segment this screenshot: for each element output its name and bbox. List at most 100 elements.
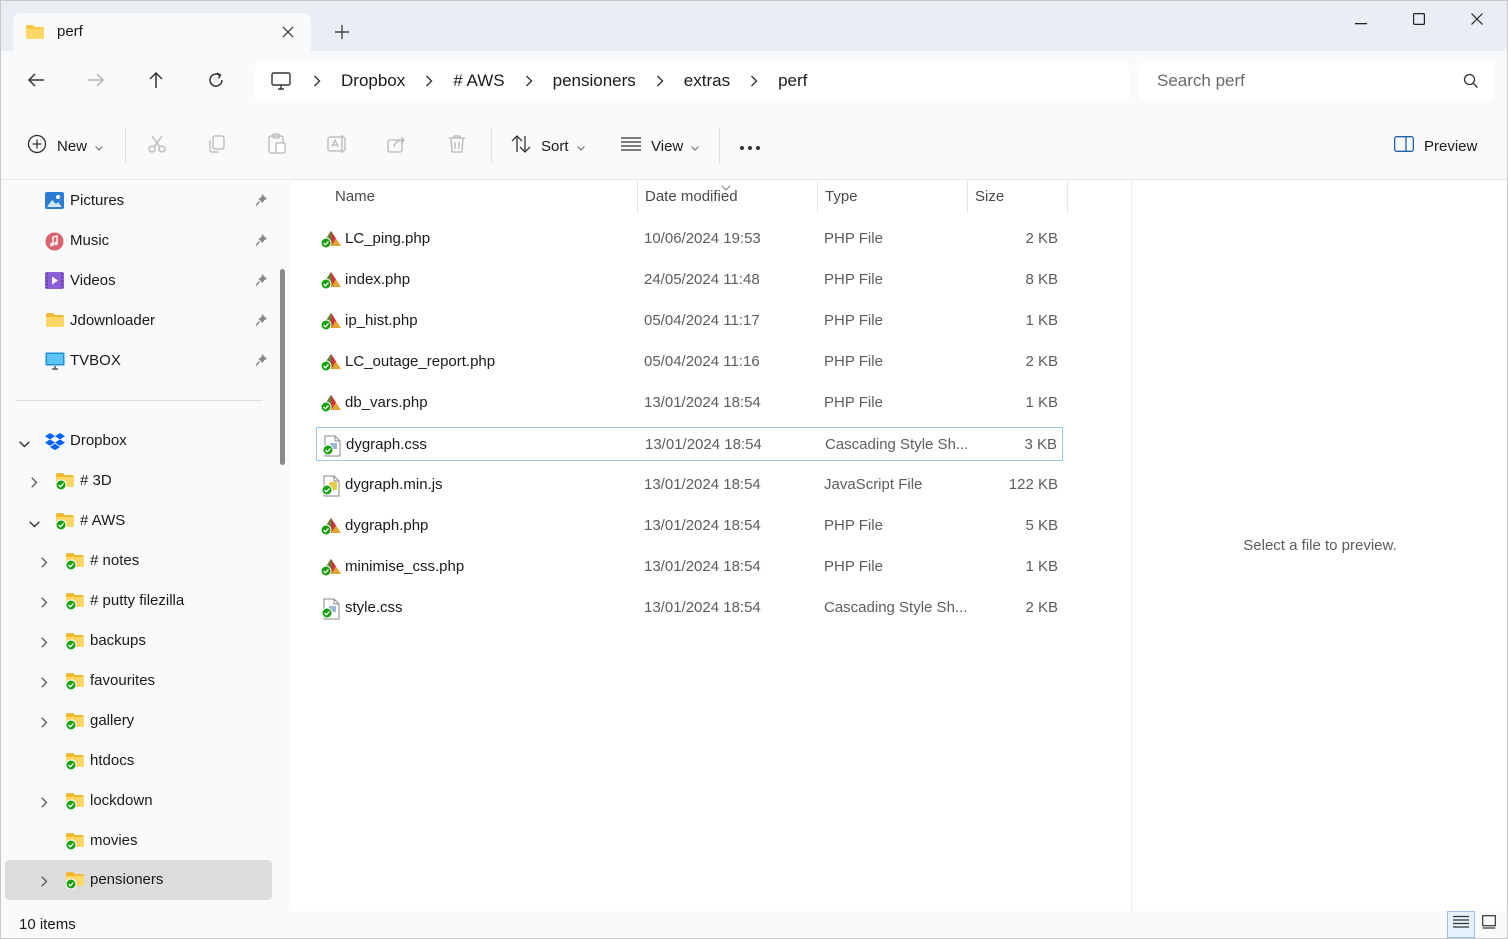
copy-button[interactable] [207,133,227,159]
pin-icon[interactable] [255,353,268,371]
chevron-right-icon[interactable] [41,555,48,572]
chevron-down-icon[interactable] [29,515,40,532]
php-file-icon [320,393,342,417]
chevron-right-icon[interactable] [41,795,48,812]
tiles-view-button[interactable] [1475,911,1503,938]
column-header-date[interactable]: Date modified [637,181,817,213]
sidebar-item-pictures[interactable]: Pictures [5,181,272,221]
file-name: dygraph.css [346,436,427,453]
column-header-type[interactable]: Type [817,181,967,213]
breadcrumb-perf[interactable]: perf [778,71,807,91]
rename-button[interactable] [327,133,349,159]
more-options-button[interactable] [739,133,761,159]
sidebar-item-favourites[interactable]: favourites [5,661,272,701]
maximize-button[interactable] [1389,1,1449,41]
divider [15,400,262,401]
view-list-icon [621,136,641,156]
breadcrumb-dropbox[interactable]: Dropbox [341,71,405,91]
sidebar-item-htdocs[interactable]: htdocs [5,741,272,781]
file-row[interactable]: LC_ping.php 10/06/2024 19:53 PHP File 2 KB [316,222,1063,256]
up-button[interactable] [139,65,173,99]
sidebar-item-notes[interactable]: # notes [5,541,272,581]
paste-button[interactable] [267,133,287,159]
sidebar-item-gallery[interactable]: gallery [5,701,272,741]
sidebar-item-jdownloader[interactable]: Jdownloader [5,301,272,341]
file-row[interactable]: style.css 13/01/2024 18:54 Cascading Style… [316,591,1063,625]
chevron-right-icon[interactable] [31,475,38,492]
cut-button[interactable] [147,133,167,159]
file-row[interactable]: index.php 24/05/2024 11:48 PHP File 8 KB [316,263,1063,297]
preview-pane-button[interactable]: Preview [1394,133,1477,159]
chevron-right-icon[interactable] [41,715,48,732]
pin-icon[interactable] [255,233,268,251]
refresh-button[interactable] [199,65,233,99]
title-bar: perf [1,1,1507,51]
chevron-right-icon[interactable] [41,595,48,612]
sidebar-item-music[interactable]: Music [5,221,272,261]
file-row[interactable]: dygraph.min.js 13/01/2024 18:54 JavaScript… [316,468,1063,502]
address-bar[interactable]: Dropbox # AWS pensioners extras perf [255,61,1129,101]
chevron-down-icon[interactable] [19,435,30,452]
back-button[interactable] [19,65,53,99]
column-header-size[interactable]: Size [967,181,1067,213]
chevron-down-icon [95,138,103,155]
this-pc-icon[interactable] [255,72,307,90]
column-header-name[interactable]: Name [327,181,637,213]
column-header-label: Type [825,188,858,205]
file-row[interactable]: dygraph.css 13/01/2024 18:54 Cascading Sty… [316,427,1063,461]
file-row[interactable]: minimise_css.php 13/01/2024 18:54 PHP File… [316,550,1063,584]
file-row[interactable]: dygraph.php 13/01/2024 18:54 PHP File 5 KB [316,509,1063,543]
file-row[interactable]: db_vars.php 13/01/2024 18:54 PHP File 1 KB [316,386,1063,420]
sidebar-item-putty-filezilla[interactable]: # putty filezilla [5,581,272,621]
folder-icon [25,24,45,45]
file-size: 2 KB [1025,230,1058,247]
sidebar-item-pensioners[interactable]: pensioners [5,860,272,900]
sidebar-item-dropbox[interactable]: Dropbox [5,421,272,461]
chevron-right-icon[interactable] [41,635,48,652]
share-button[interactable] [387,133,407,159]
sort-button[interactable]: Sort [511,133,585,159]
column-resize-handle[interactable] [1067,181,1068,213]
synced-folder-icon [65,712,87,735]
breadcrumb-extras[interactable]: extras [684,71,730,91]
file-type: PHP File [824,394,883,411]
details-view-button[interactable] [1447,911,1475,938]
close-window-button[interactable] [1447,1,1507,41]
new-tab-button[interactable] [329,19,355,45]
sidebar-item-backups[interactable]: backups [5,621,272,661]
forward-button[interactable] [79,65,113,99]
sidebar-item-3d[interactable]: # 3D [5,461,272,501]
tab-perf[interactable]: perf [13,13,311,51]
sidebar-item-lockdown[interactable]: lockdown [5,781,272,821]
search-icon[interactable] [1463,73,1479,94]
file-size: 5 KB [1025,517,1058,534]
sidebar-item-videos[interactable]: Videos [5,261,272,301]
delete-button[interactable] [447,133,467,159]
sidebar-item-movies[interactable]: movies [5,821,272,861]
chevron-right-icon[interactable] [421,75,437,87]
chevron-right-icon[interactable] [41,675,48,692]
file-name: dygraph.php [345,517,429,534]
breadcrumb-aws[interactable]: # AWS [453,71,504,91]
chevron-right-icon[interactable] [746,75,762,87]
sidebar-scrollbar[interactable] [280,269,285,465]
sort-icon [511,134,531,158]
sidebar-item-tvbox[interactable]: TVBOX [5,341,272,381]
file-row[interactable]: ip_hist.php 05/04/2024 11:17 PHP File 1 KB [316,304,1063,338]
pin-icon[interactable] [255,193,268,211]
new-button[interactable]: New [27,133,103,159]
view-button[interactable]: View [621,133,700,159]
chevron-right-icon[interactable] [309,75,325,87]
tab-close-icon[interactable] [277,21,299,43]
chevron-right-icon[interactable] [41,874,48,891]
search-input[interactable] [1139,61,1449,101]
php-file-icon [320,311,342,335]
chevron-right-icon[interactable] [652,75,668,87]
sidebar-item-aws[interactable]: # AWS [5,501,272,541]
breadcrumb-pensioners[interactable]: pensioners [553,71,636,91]
pin-icon[interactable] [255,313,268,331]
chevron-right-icon[interactable] [521,75,537,87]
pin-icon[interactable] [255,273,268,291]
file-row[interactable]: LC_outage_report.php 05/04/2024 11:16 PHP … [316,345,1063,379]
minimize-button[interactable] [1331,1,1391,41]
